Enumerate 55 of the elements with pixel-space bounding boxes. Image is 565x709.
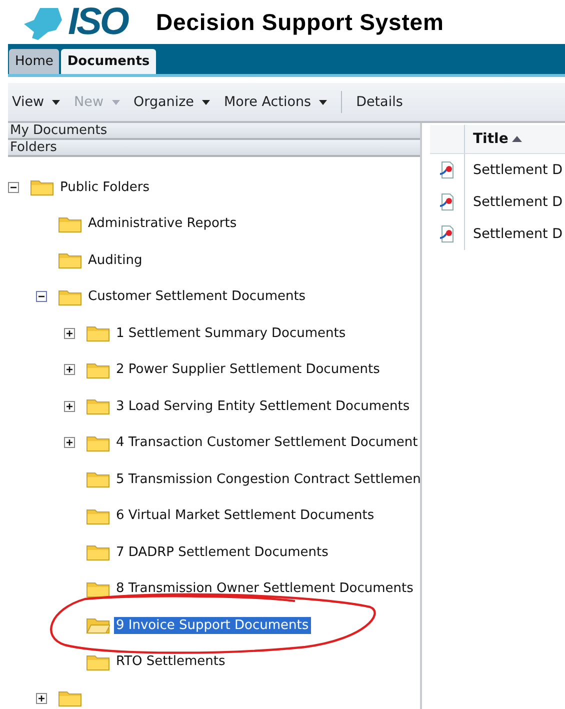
menu-button[interactable]: More Actions xyxy=(224,94,328,110)
tree-item[interactable]: 6 Virtual Market Settlement Documents xyxy=(64,506,376,525)
collapse-icon[interactable] xyxy=(36,291,47,302)
folder-icon xyxy=(86,506,110,525)
table-cell[interactable]: Settlement D xyxy=(465,162,563,178)
document-icon xyxy=(439,225,455,243)
tree-item[interactable]: 8 Transmission Owner Settlement Documents xyxy=(64,580,416,598)
tree-item[interactable]: Auditing xyxy=(36,251,144,270)
folder-icon xyxy=(86,360,110,379)
menu-button[interactable]: View xyxy=(12,94,60,110)
table-cell[interactable]: Settlement D xyxy=(465,194,563,210)
tree-item[interactable]: 4 Transaction Customer Settlement Document xyxy=(64,434,420,452)
section-header[interactable]: My Documents xyxy=(8,123,420,140)
app-title: Decision Support System xyxy=(156,8,444,36)
tree-item[interactable]: Public Folders xyxy=(8,178,152,196)
folder-icon xyxy=(86,580,110,598)
tree-item[interactable]: 2 Power Supplier Settlement Documents xyxy=(64,360,382,379)
folder-icon xyxy=(30,178,54,196)
tree-item[interactable]: Customer Settlement Documents xyxy=(36,288,308,306)
tree-item[interactable]: 3 Load Serving Entity Settlement Documents xyxy=(64,397,412,416)
expand-icon[interactable] xyxy=(64,437,75,448)
caret-icon xyxy=(319,100,328,104)
expand-icon[interactable] xyxy=(64,328,75,339)
nav-tab[interactable]: Home xyxy=(9,49,60,74)
document-icon xyxy=(439,161,455,179)
folder-icon xyxy=(86,434,110,452)
folder-icon xyxy=(86,543,110,562)
toolbar-button[interactable]: Details xyxy=(356,94,403,110)
expand-icon[interactable] xyxy=(36,692,47,704)
folder-icon xyxy=(86,324,110,342)
section-header[interactable]: Folders xyxy=(8,140,420,157)
table-cell[interactable]: Settlement D xyxy=(465,226,563,242)
folder-icon xyxy=(86,397,110,416)
caret-icon xyxy=(112,100,120,104)
collapse-icon[interactable] xyxy=(8,182,19,193)
folder-icon xyxy=(58,214,82,233)
tree-item[interactable]: RTO Settlements xyxy=(64,652,228,671)
expand-icon[interactable] xyxy=(64,364,75,376)
tree-item[interactable]: 5 Transmission Congestion Contract Settlemen xyxy=(64,470,420,488)
logo-text: ISO xyxy=(68,0,128,44)
caret-icon xyxy=(52,100,60,104)
folder-icon xyxy=(86,652,110,671)
folder-icon xyxy=(58,288,82,306)
open-folder-icon xyxy=(86,616,110,634)
folder-icon xyxy=(58,251,82,270)
nav-tab[interactable]: Documents xyxy=(61,49,156,74)
folder-icon xyxy=(58,689,82,708)
menu-button[interactable]: Organize xyxy=(134,94,210,110)
tree-item[interactable]: Administrative Reports xyxy=(36,214,239,233)
folder-icon xyxy=(86,470,110,488)
expand-icon[interactable] xyxy=(64,400,75,412)
tree-item[interactable]: 7 DADRP Settlement Documents xyxy=(64,543,330,562)
tree-item[interactable]: 1 Settlement Summary Documents xyxy=(64,324,348,342)
document-icon xyxy=(439,193,455,211)
caret-icon xyxy=(202,100,210,104)
